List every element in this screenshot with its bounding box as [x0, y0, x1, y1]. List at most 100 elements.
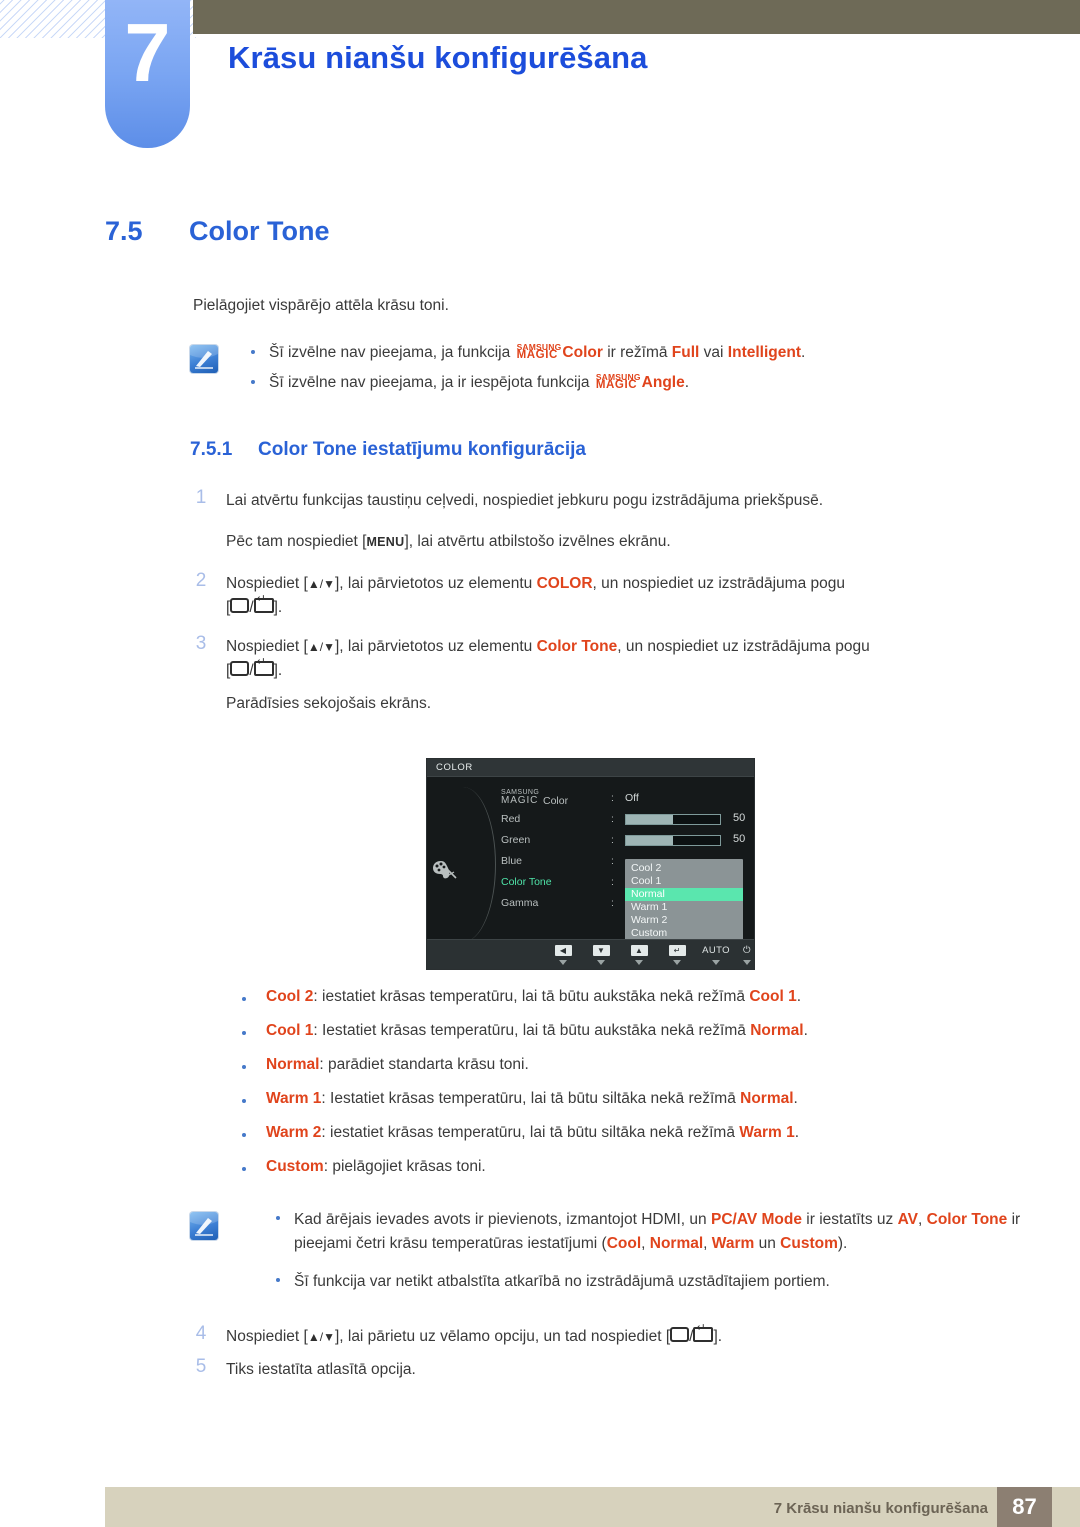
osd-slider-red[interactable]	[625, 814, 721, 825]
dropdown-item-warm1[interactable]: Warm 1	[625, 901, 743, 914]
bullet-dot-icon	[242, 997, 246, 1001]
top-note-bullet-list: Šī izvēlne nav pieejama, ja funkcija SAM…	[243, 342, 1033, 392]
step-number: 4	[195, 1323, 207, 1344]
list-item: Šī izvēlne nav pieejama, ja funkcija SAM…	[243, 342, 1033, 362]
button-tick-icon	[673, 960, 681, 965]
option-end: .	[796, 988, 802, 1005]
bullet-dot-icon	[242, 1167, 246, 1171]
osd-label-color-tone: Color Tone	[501, 876, 552, 888]
option-desc: Iestatiet krāsas temperatūru, lai tā būt…	[330, 1090, 741, 1107]
auto-label: AUTO	[702, 945, 730, 956]
bottom-note-bullet-list: Kad ārējais ievades avots ir pievienots,…	[268, 1208, 1028, 1294]
note-text-pre: Šī izvēlne nav pieejama, ja ir iespējota…	[269, 374, 594, 391]
slash: /	[249, 599, 254, 617]
dropdown-item-normal[interactable]: Normal	[625, 888, 743, 901]
option-desc: iestatiet krāsas temperatūru, lai tā būt…	[322, 988, 750, 1005]
samsung-magic-logo: SAMSUNG MAGIC	[516, 342, 562, 361]
step-text: Lai atvērtu funkcijas taustiņu ceļvedi, …	[226, 492, 824, 509]
osd-color-tone-dropdown[interactable]: Cool 2 Cool 1 Normal Warm 1 Warm 2 Custo…	[625, 859, 743, 943]
step-4: 4 Nospiediet [▲/▼], lai pārietu uz vēlam…	[190, 1323, 1020, 1349]
step-text-post: , un nospiediet uz izstrādājuma pogu	[592, 575, 845, 592]
note-text: ,	[918, 1211, 927, 1228]
button-tick-icon	[635, 960, 643, 965]
step-text: Nospiediet [▲/▼], lai pārvietotos uz ele…	[226, 635, 1020, 683]
list-item: Šī funkcija var netikt atbalstīta atkarī…	[268, 1270, 1028, 1294]
osd-button-auto[interactable]: AUTO	[697, 945, 735, 965]
step-3: 3 Nospiediet [▲/▼], lai pārvietotos uz e…	[190, 633, 1020, 683]
dropdown-item-cool2[interactable]: Cool 2	[625, 862, 743, 875]
option-term: Custom	[266, 1158, 324, 1175]
osd-row-green[interactable]: Green : 50	[501, 831, 751, 852]
list-item: Custom: pielāgojiet krāsas toni.	[228, 1158, 1028, 1192]
osd-button-enter[interactable]: ↵	[663, 945, 691, 965]
option-term: Cool 1	[266, 1022, 314, 1039]
step-text-mid: ], lai pārietu uz vēlamo opciju, un tad …	[334, 1328, 671, 1345]
color-tone-option-list: Cool 2: iestatiet krāsas temperatūru, la…	[228, 988, 1028, 1192]
osd-button-up[interactable]: ▲	[625, 945, 653, 965]
step-3-continued: Parādīsies sekojošais ekrāns.	[226, 695, 432, 712]
step-1-continued: Pēc tam nospiediet [MENU], lai atvērtu a…	[226, 533, 1046, 551]
step-text-mid: ], lai pārvietotos uz elementu	[334, 575, 537, 592]
note-text-mid: ir režīmā	[602, 344, 672, 361]
osd-button-power[interactable]: ⏻	[733, 945, 761, 965]
chapter-tab: 7	[105, 0, 190, 148]
option-desc: pielāgojiet krāsas toni.	[332, 1158, 486, 1175]
osd-slider-green[interactable]	[625, 835, 721, 846]
osd-button-down[interactable]: ▼	[587, 945, 615, 965]
chapter-number: 7	[124, 6, 171, 99]
step-text: Tiks iestatīta atlasītā opcija.	[226, 1361, 416, 1378]
osd-row-red[interactable]: Red : 50	[501, 810, 751, 831]
samsung-magic-logo: SAMSUNG MAGIC	[595, 372, 641, 391]
list-item: Cool 2: iestatiet krāsas temperatūru, la…	[228, 988, 1028, 1022]
osd-monitor-menu: COLOR SAMSUNGMAGICColor : Off Red : 50	[426, 758, 755, 970]
osd-title-text: COLOR	[436, 762, 473, 773]
osd-colon: :	[611, 897, 614, 909]
note-text-pre: Šī izvēlne nav pieejama, ja funkcija	[269, 344, 515, 361]
note-text: Kad ārējais ievades avots ir pievienots,…	[294, 1211, 711, 1228]
step-text-pre: Nospiediet [	[226, 1328, 308, 1345]
warm-ref: Warm	[711, 1235, 755, 1253]
option-term: Warm 1	[266, 1090, 322, 1107]
note-text: Šī funkcija var netikt atbalstīta atkarī…	[294, 1273, 830, 1291]
osd-colon: :	[611, 792, 614, 804]
osd-label-blue: Blue	[501, 855, 523, 867]
note-text-mid2: vai	[699, 344, 728, 361]
dropdown-item-cool1[interactable]: Cool 1	[625, 875, 743, 888]
enter-icon: ↵	[668, 945, 686, 956]
option-sep: :	[321, 1090, 331, 1107]
osd-button-left[interactable]: ◀	[549, 945, 577, 965]
source-button-icon	[230, 598, 250, 614]
samsung-magic-logo: SAMSUNG MAGIC Color	[501, 789, 569, 807]
step-1: 1 Lai atvērtu funkcijas taustiņu ceļvedi…	[190, 487, 1010, 513]
down-arrow-icon: ▼	[592, 945, 610, 956]
step-number: 2	[195, 570, 207, 591]
dropdown-item-warm2[interactable]: Warm 2	[625, 914, 743, 927]
option-ref: Normal	[740, 1090, 794, 1107]
up-arrow-icon: ▲	[630, 945, 648, 956]
button-tick-icon	[743, 960, 751, 965]
footer-chapter-label: 7 Krāsu nianšu konfigurēšana	[773, 1500, 988, 1517]
magic-suffix: Color	[562, 344, 603, 361]
palette-icon	[432, 859, 458, 881]
section-heading: 7.5 Color Tone	[105, 216, 329, 247]
left-arrow-icon: ◀	[554, 945, 572, 956]
option-ref: Warm 1	[739, 1124, 795, 1141]
osd-row-magic-color[interactable]: SAMSUNG MAGIC Color : Off	[501, 789, 751, 810]
note-text-end: .	[684, 374, 690, 391]
note-text: ,	[641, 1235, 650, 1253]
pc-av-mode-ref: PC/AV Mode	[710, 1211, 802, 1228]
step-number: 1	[195, 487, 207, 508]
button-tick-icon	[597, 960, 605, 965]
osd-value-magic-color: Off	[625, 792, 639, 804]
step-number: 5	[195, 1356, 207, 1377]
bracket-close: ].	[273, 599, 283, 617]
section-number: 7.5	[105, 216, 143, 246]
osd-colon: :	[611, 876, 614, 888]
osd-label-green: Green	[501, 834, 531, 846]
up-down-arrows-icon: ▲/▼	[307, 1330, 335, 1344]
option-sep: :	[321, 1124, 331, 1141]
av-ref: AV	[897, 1211, 918, 1228]
bullet-dot-icon	[251, 350, 255, 354]
power-icon: ⏻	[743, 945, 751, 956]
step-5: 5 Tiks iestatīta atlasītā opcija.	[190, 1356, 1020, 1382]
